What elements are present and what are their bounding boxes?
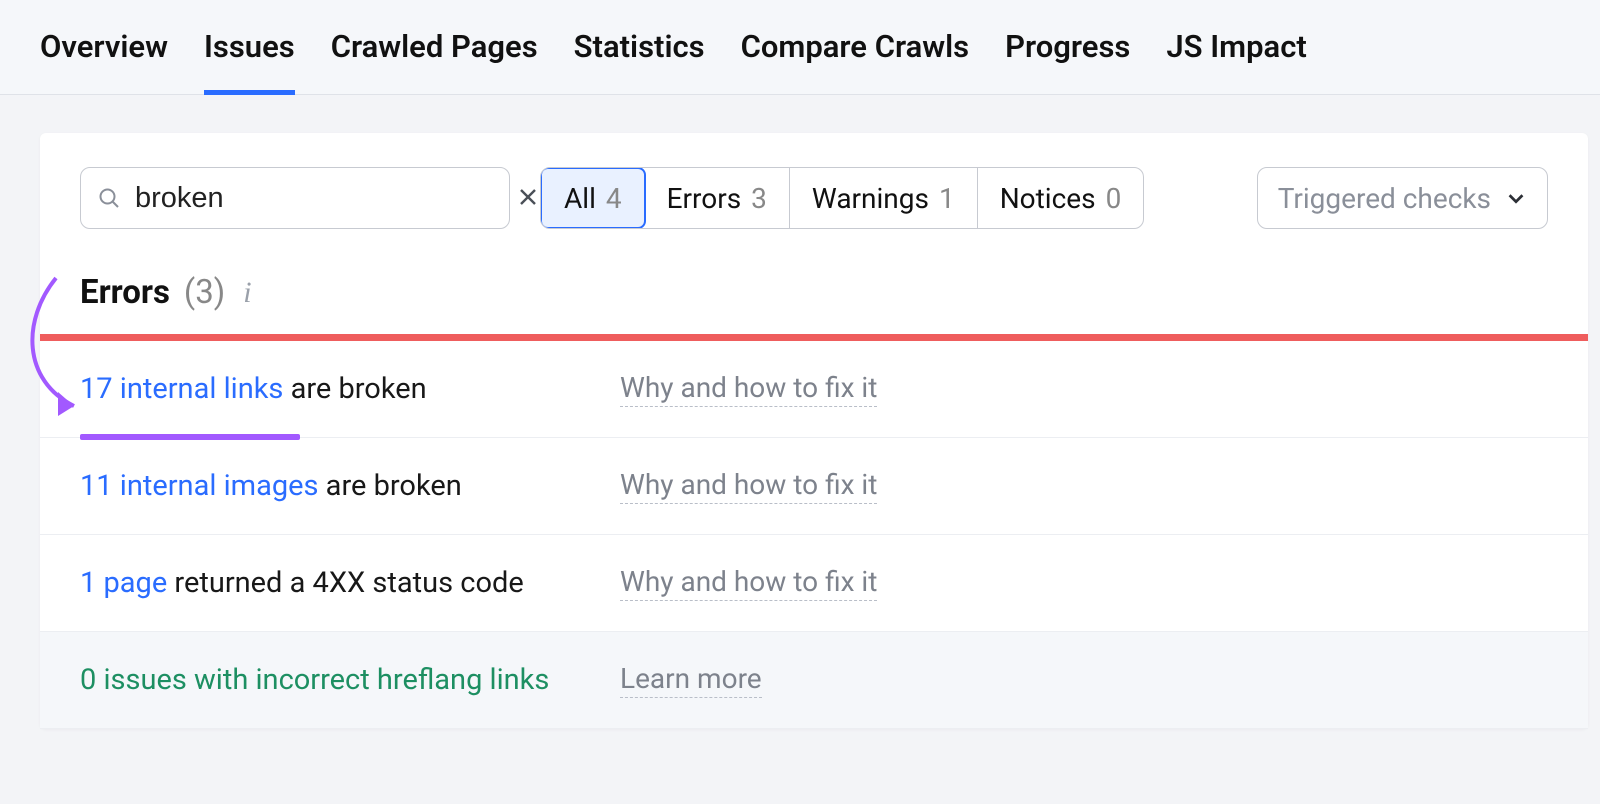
tab-overview[interactable]: Overview: [40, 28, 168, 94]
issue-row: 0 issues with incorrect hreflang links L…: [40, 632, 1588, 729]
issue-text: are broken: [318, 469, 461, 503]
search-field-wrap: [80, 167, 510, 229]
tab-issues[interactable]: Issues: [204, 28, 295, 94]
close-icon: [516, 185, 540, 209]
issue-text: 0 issues with incorrect hreflang links: [80, 663, 549, 697]
issue-link[interactable]: 1 page: [80, 566, 167, 600]
issue-title: 11 internal images are broken: [80, 469, 580, 503]
issue-text: are broken: [283, 372, 426, 406]
filter-warnings[interactable]: Warnings 1: [790, 168, 978, 228]
search-icon: [97, 186, 121, 210]
errors-severity-bar: [40, 334, 1588, 341]
info-icon[interactable]: i: [239, 276, 255, 310]
issue-text: returned a 4XX status code: [167, 566, 524, 600]
issue-type-filter: All 4 Errors 3 Warnings 1 Notices 0: [540, 167, 1144, 229]
filter-notices[interactable]: Notices 0: [978, 168, 1144, 228]
search-input[interactable]: [135, 182, 512, 215]
issue-help-link[interactable]: Why and how to fix it: [620, 468, 877, 504]
filter-errors-label: Errors: [667, 182, 742, 215]
issue-title: 1 page returned a 4XX status code: [80, 566, 580, 600]
issue-title: 17 internal links are broken: [80, 372, 580, 406]
issue-row: 11 internal images are broken Why and ho…: [40, 438, 1588, 535]
chevron-down-icon: [1505, 187, 1527, 209]
filter-all[interactable]: All 4: [540, 167, 646, 229]
issues-toolbar: All 4 Errors 3 Warnings 1 Notices 0 Trig…: [40, 167, 1588, 259]
filter-warnings-label: Warnings: [812, 182, 929, 215]
issue-link[interactable]: 17 internal links: [80, 372, 283, 406]
issue-help-link[interactable]: Why and how to fix it: [620, 371, 877, 407]
filter-all-count: 4: [606, 182, 622, 215]
issues-panel: All 4 Errors 3 Warnings 1 Notices 0 Trig…: [40, 133, 1588, 729]
tab-progress[interactable]: Progress: [1005, 28, 1130, 94]
triggered-checks-label: Triggered checks: [1278, 182, 1491, 215]
top-tabs: Overview Issues Crawled Pages Statistics…: [0, 0, 1600, 95]
filter-errors-count: 3: [751, 182, 767, 215]
filter-all-label: All: [564, 182, 596, 215]
triggered-checks-dropdown[interactable]: Triggered checks: [1257, 167, 1548, 229]
issue-row: 17 internal links are broken Why and how…: [40, 341, 1588, 438]
tab-statistics[interactable]: Statistics: [574, 28, 705, 94]
filter-notices-label: Notices: [1000, 182, 1096, 215]
tab-js-impact[interactable]: JS Impact: [1166, 28, 1306, 94]
filter-notices-count: 0: [1106, 182, 1122, 215]
tab-crawled-pages[interactable]: Crawled Pages: [331, 28, 538, 94]
tab-compare-crawls[interactable]: Compare Crawls: [741, 28, 970, 94]
issue-help-link[interactable]: Learn more: [620, 662, 762, 698]
errors-section-title: Errors: [80, 273, 170, 312]
errors-section-header: Errors (3) i: [40, 259, 1588, 334]
issue-help-link[interactable]: Why and how to fix it: [620, 565, 877, 601]
issue-title: 0 issues with incorrect hreflang links: [80, 663, 580, 697]
filter-warnings-count: 1: [939, 182, 955, 215]
filter-errors[interactable]: Errors 3: [645, 168, 790, 228]
errors-section-count: (3): [184, 273, 225, 312]
issue-row: 1 page returned a 4XX status code Why an…: [40, 535, 1588, 632]
issue-link[interactable]: 11 internal images: [80, 469, 318, 503]
